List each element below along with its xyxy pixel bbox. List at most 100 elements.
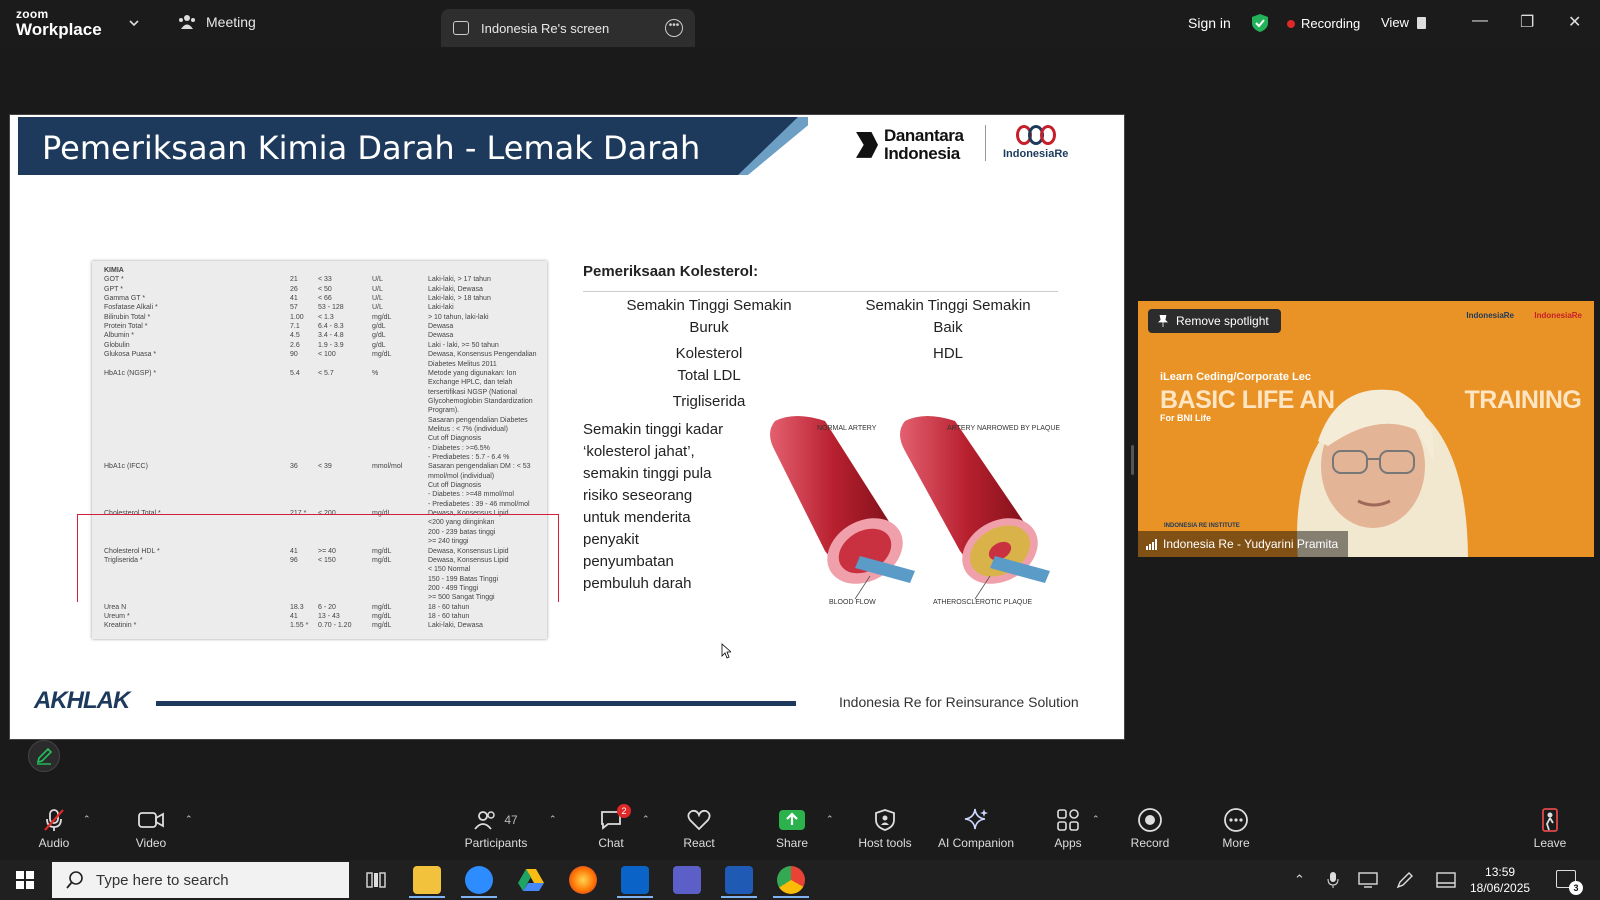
tray-pen-icon[interactable] [1396, 871, 1414, 889]
react-label: React [683, 836, 715, 850]
desc-line: ‘kolesterol jahat’, [583, 443, 695, 460]
column-good: Semakin Tinggi Semakin Baik HDL [833, 295, 1063, 365]
lab-cell: Kreatinin * [104, 622, 137, 630]
leave-button[interactable]: Leave [1515, 806, 1585, 850]
label-plaque: ATHEROSCLEROTIC PLAQUE [933, 599, 1033, 606]
minimize-icon[interactable]: — [1472, 12, 1488, 30]
participants-label: Participants [464, 836, 528, 850]
share-button[interactable]: Share [757, 806, 827, 850]
record-button[interactable]: Record [1115, 806, 1185, 850]
lab-cell: mg/dL [372, 622, 392, 630]
participants-icon [474, 811, 496, 830]
windows-start-icon[interactable] [16, 871, 34, 889]
participants-button[interactable]: 47 Participants [461, 806, 531, 850]
chat-button[interactable]: 2 Chat [576, 804, 646, 850]
view-button[interactable]: View [1381, 15, 1426, 30]
participant-avatar [1297, 389, 1468, 557]
bad-heading-1: Semakin Tinggi Semakin [626, 297, 792, 314]
lab-cell: 90 [290, 351, 298, 359]
recording-indicator[interactable]: Recording [1287, 16, 1360, 31]
logo-divider [985, 125, 986, 161]
host-shield-icon [875, 809, 895, 831]
more-options-icon[interactable]: ••• [665, 19, 683, 37]
lab-cell: g/dL [372, 323, 386, 331]
file-explorer-icon[interactable] [409, 866, 445, 898]
view-label: View [1381, 15, 1409, 30]
remove-spotlight-button[interactable]: Remove spotlight [1148, 309, 1281, 333]
taskbar-clock[interactable]: 13:59 18/06/2025 [1470, 864, 1530, 896]
desc-line: pembuluh darah [583, 575, 692, 592]
chevron-down-icon[interactable] [127, 16, 141, 30]
screen-share-icon [453, 21, 469, 35]
tab-meeting[interactable]: Meeting [178, 14, 256, 30]
host-tools-button[interactable]: Host tools [850, 806, 920, 850]
video-button[interactable]: Video [116, 806, 186, 850]
teams-icon[interactable] [673, 866, 701, 894]
host-tools-label: Host tools [858, 836, 912, 850]
chat-caret-icon[interactable]: ⌃ [642, 814, 650, 825]
share-caret-icon[interactable]: ⌃ [826, 814, 834, 825]
video-camera-icon [138, 812, 164, 828]
lab-cell: Dewasa [428, 332, 454, 340]
ai-companion-button[interactable]: AI Companion [931, 806, 1021, 850]
meeting-icon [179, 15, 195, 29]
restore-icon[interactable]: ❐ [1520, 12, 1534, 32]
tile-logo-a: IndonesiaRe [1466, 311, 1514, 320]
indonesiare-logo-text: IndonesiaRe [1003, 148, 1069, 160]
audio-button[interactable]: Audio [19, 806, 89, 850]
zoom-logo[interactable]: zoom Workplace [16, 8, 102, 38]
lab-cell: Protein Total * [104, 323, 148, 331]
notification-count: 3 [1569, 881, 1583, 895]
lab-cell: Ureum * [104, 612, 130, 620]
google-drive-icon[interactable] [517, 866, 545, 894]
lab-cell: mg/dL [372, 351, 392, 359]
react-button[interactable]: React [664, 806, 734, 850]
tray-microphone-icon[interactable] [1327, 871, 1339, 889]
lab-cell: HbA1c (NGSP) * [104, 369, 157, 377]
tray-network-icon[interactable] [1358, 871, 1378, 889]
lab-cell: 6.4 - 8.3 [318, 323, 344, 331]
chrome-icon[interactable] [773, 866, 809, 898]
lab-cell: 18.3 [290, 603, 304, 611]
indonesiare-rings-icon [1003, 125, 1068, 145]
lab-cell: Sasaran pengendalian DM : < 53 [428, 463, 531, 471]
zoom-app-icon[interactable] [461, 866, 497, 898]
word-icon[interactable] [721, 866, 757, 898]
participants-caret-icon[interactable]: ⌃ [549, 814, 557, 825]
lab-cell: 3.4 - 4.8 [318, 332, 344, 340]
taskbar-search-box[interactable]: Type here to search [52, 862, 349, 898]
panel-resize-handle[interactable] [1131, 445, 1134, 475]
apps-button[interactable]: Apps [1033, 806, 1103, 850]
lab-cell: < 1.3 [318, 313, 334, 321]
shield-check-icon[interactable] [1251, 13, 1269, 33]
notifications-icon[interactable]: 3 [1556, 870, 1583, 895]
firefox-icon[interactable] [569, 866, 597, 894]
lab-cell: Program). [428, 407, 460, 415]
title-bar: zoom Workplace Meeting Indonesia Re's sc… [0, 0, 1600, 48]
outlook-icon[interactable] [617, 866, 653, 898]
tab-shared-screen[interactable]: Indonesia Re's screen ••• [441, 9, 695, 47]
annotate-pen-button[interactable] [28, 740, 60, 772]
sparkle-icon [964, 808, 988, 830]
desc-line: Semakin tinggi kadar [583, 421, 724, 438]
tray-chevron-icon[interactable]: ⌃ [1294, 872, 1305, 888]
meeting-tab-label: Meeting [206, 14, 256, 30]
task-view-icon[interactable] [366, 871, 386, 889]
lab-table-row: Kreatinin * 1.55 * 0.70 - 1.20 mg/dL Laki-la… [104, 622, 544, 632]
close-icon[interactable]: ✕ [1568, 12, 1581, 32]
audio-caret-icon[interactable]: ⌃ [83, 814, 91, 825]
more-button[interactable]: More [1201, 806, 1271, 850]
sign-in-link[interactable]: Sign in [1188, 15, 1231, 31]
akhlak-text: AKHLAK [34, 687, 130, 714]
share-label: Share [775, 836, 809, 850]
video-caret-icon[interactable]: ⌃ [185, 814, 193, 825]
cholesterol-highlight-box [77, 514, 559, 602]
participant-video-tile[interactable]: iLearn Ceding/Corporate Lec BASIC LIFE A… [1138, 301, 1594, 557]
clock-date: 18/06/2025 [1470, 881, 1531, 895]
apps-caret-icon[interactable]: ⌃ [1092, 814, 1100, 825]
tray-keyboard-icon[interactable] [1436, 872, 1456, 888]
lab-cell: 1.9 - 3.9 [318, 341, 344, 349]
lab-cell: U/L [372, 276, 383, 284]
participant-name-tag: Indonesia Re - Yudyarini Pramita [1138, 531, 1349, 557]
heart-icon [687, 809, 711, 831]
